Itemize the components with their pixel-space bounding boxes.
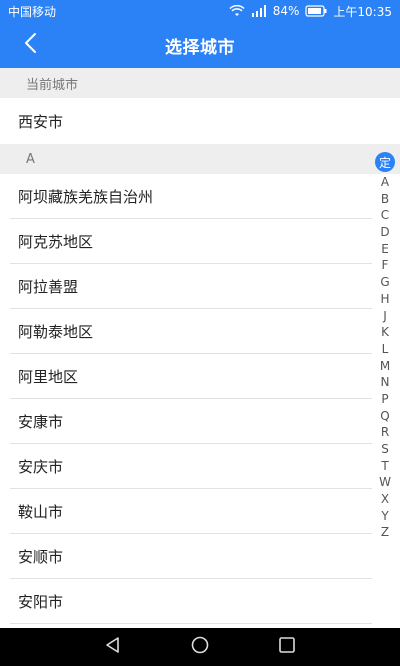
city-list-item[interactable]: 阿坝藏族羌族自治州 (0, 174, 400, 219)
status-time: 上午10:35 (333, 4, 392, 19)
city-list: 阿坝藏族羌族自治州 阿克苏地区 阿拉善盟 阿勒泰地区 阿里地区 安康市 安庆市 … (0, 174, 400, 624)
index-letter[interactable]: X (379, 491, 391, 508)
index-letter[interactable]: W (379, 474, 391, 491)
index-letter[interactable]: T (379, 458, 391, 475)
index-letters: ABCDEFGHJKLMNPQRSTWXYZ (379, 174, 391, 541)
nav-recents-button[interactable] (274, 634, 300, 660)
index-letter[interactable]: N (379, 374, 391, 391)
index-letter[interactable]: A (379, 174, 391, 191)
index-letter[interactable]: D (379, 224, 391, 241)
current-city-item[interactable]: 西安市 (0, 98, 400, 144)
city-list-item[interactable]: 安顺市 (0, 534, 400, 579)
page-title: 选择城市 (165, 37, 235, 58)
city-list-item[interactable]: 安庆市 (0, 444, 400, 489)
index-letter[interactable]: C (379, 207, 391, 224)
index-letter[interactable]: G (379, 274, 391, 291)
index-letter[interactable]: J (379, 308, 391, 325)
index-letter[interactable]: E (379, 241, 391, 258)
status-bar: 中国移动 84% 上午10:35 (0, 0, 400, 22)
index-letter[interactable]: R (379, 424, 391, 441)
nav-home-button[interactable] (187, 634, 213, 660)
battery-percent: 84% (272, 4, 300, 18)
index-letter[interactable]: B (379, 191, 391, 208)
wifi-icon (229, 5, 245, 17)
back-button[interactable] (14, 31, 46, 59)
status-right: 84% 上午10:35 (229, 3, 392, 20)
letter-group-header: A (0, 144, 400, 174)
index-letter[interactable]: H (379, 291, 391, 308)
carrier-label: 中国移动 (8, 4, 57, 19)
chevron-left-icon (23, 32, 37, 58)
city-list-item[interactable]: 安康市 (0, 399, 400, 444)
battery-icon (305, 5, 327, 17)
city-list-item[interactable]: 阿克苏地区 (0, 219, 400, 264)
city-list-item[interactable]: 鞍山市 (0, 489, 400, 534)
index-letter[interactable]: P (379, 391, 391, 408)
index-letter[interactable]: L (379, 341, 391, 358)
nav-back-button[interactable] (100, 634, 126, 660)
city-list-item[interactable]: 阿里地区 (0, 354, 400, 399)
index-letter[interactable]: S (379, 441, 391, 458)
city-list-item[interactable]: 安阳市 (0, 579, 400, 624)
circle-home-icon (190, 635, 210, 659)
index-letter[interactable]: Y (379, 508, 391, 525)
index-letter[interactable]: K (379, 324, 391, 341)
system-nav-bar (0, 628, 400, 666)
index-letter[interactable]: M (379, 358, 391, 375)
city-list-item[interactable]: 阿勒泰地区 (0, 309, 400, 354)
index-locate-badge[interactable]: 定 (375, 152, 395, 172)
city-content: 当前城市 西安市 A 阿坝藏族羌族自治州 阿克苏地区 阿拉善盟 阿勒泰地区 阿里… (0, 68, 400, 628)
index-letter[interactable]: F (379, 257, 391, 274)
index-letter[interactable]: Q (379, 408, 391, 425)
signal-icon (251, 5, 267, 17)
triangle-back-icon (103, 635, 123, 659)
current-city-section-header: 当前城市 (0, 68, 400, 98)
city-list-item[interactable]: 阿拉善盟 (0, 264, 400, 309)
square-recents-icon (277, 635, 297, 659)
alphabet-index-bar[interactable]: 定 ABCDEFGHJKLMNPQRSTWXYZ (374, 152, 396, 541)
index-letter[interactable]: Z (379, 524, 391, 541)
app-header: 选择城市 (0, 22, 400, 68)
